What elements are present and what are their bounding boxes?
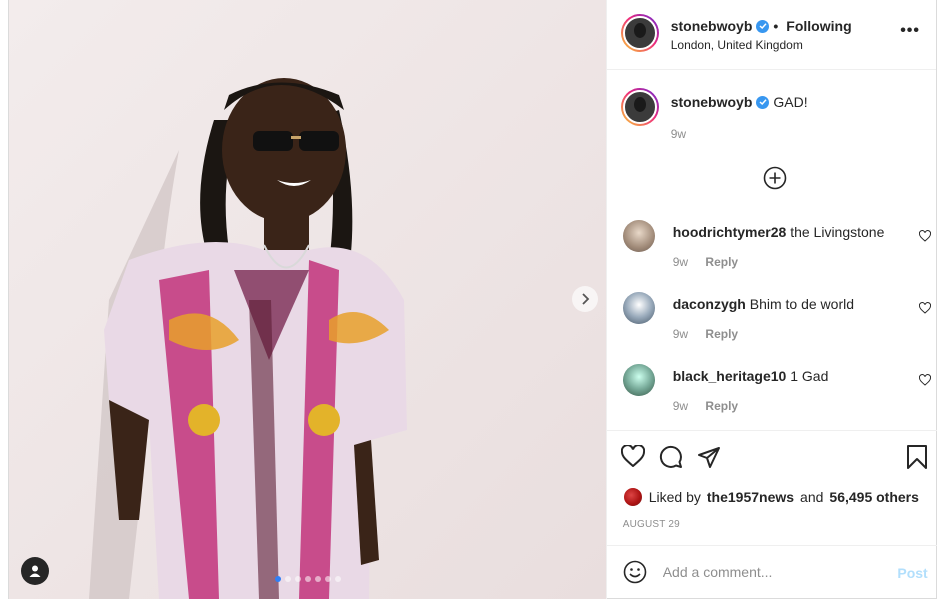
reply-button[interactable]: Reply xyxy=(705,255,738,269)
post-modal: stonebwoyb • Following London, United Ki… xyxy=(8,0,937,599)
comment-icon[interactable] xyxy=(659,445,683,469)
comment-item: daconzygh Bhim to de world 9w Reply xyxy=(622,292,931,352)
caption-text: GAD! xyxy=(773,94,808,110)
carousel-dot xyxy=(305,576,311,582)
post-photo xyxy=(9,0,606,599)
carousel-dot xyxy=(335,576,341,582)
post-comment-button[interactable]: Post xyxy=(897,565,927,581)
share-icon[interactable] xyxy=(697,445,721,469)
comment-item: hoodrichtymer28 the Livingstone 9w Reply xyxy=(622,220,931,280)
caption-avatar[interactable] xyxy=(620,88,659,126)
separator-dot: • xyxy=(773,18,779,34)
comment-meta: 9w Reply xyxy=(673,255,738,269)
post-header: stonebwoyb • Following London, United Ki… xyxy=(606,0,936,70)
heart-icon[interactable] xyxy=(918,302,931,314)
post-media[interactable] xyxy=(9,0,606,599)
likes-conjunction: and xyxy=(800,489,824,505)
post-date[interactable]: AUGUST 29 xyxy=(623,519,680,530)
comment-text: Bhim to de world xyxy=(749,296,855,312)
caption-meta: 9w xyxy=(671,127,686,141)
reply-button[interactable]: Reply xyxy=(705,399,738,413)
comment-avatar[interactable] xyxy=(622,292,655,324)
verified-badge-icon xyxy=(756,95,770,109)
carousel-dot xyxy=(285,576,291,582)
likes-count-link[interactable]: 56,495 others xyxy=(829,489,919,505)
author-avatar[interactable] xyxy=(620,14,659,52)
carousel-dot xyxy=(325,576,331,582)
post-sidebar: stonebwoyb • Following London, United Ki… xyxy=(605,0,937,599)
comment-age[interactable]: 9w xyxy=(673,255,688,269)
author-username[interactable]: stonebwoyb xyxy=(671,18,753,34)
following-button[interactable]: Following xyxy=(786,18,851,34)
caption-username[interactable]: stonebwoyb xyxy=(671,94,753,110)
comment-body: black_heritage10 1 Gad xyxy=(673,368,829,384)
post-actions: Liked by the1957news and 56,495 others A… xyxy=(606,430,937,545)
comment-avatar[interactable] xyxy=(622,364,655,396)
add-comment-bar: Post xyxy=(606,545,937,599)
comment-meta: 9w Reply xyxy=(673,399,738,413)
comment-age[interactable]: 9w xyxy=(673,399,688,413)
reply-button[interactable]: Reply xyxy=(705,327,738,341)
author-info: stonebwoyb • Following xyxy=(671,18,852,34)
carousel-dot-active xyxy=(275,576,281,582)
emoji-icon[interactable] xyxy=(623,560,647,584)
likes-prefix: Liked by xyxy=(648,489,701,505)
heart-icon[interactable] xyxy=(918,374,931,386)
more-options-icon[interactable]: ••• xyxy=(900,22,920,40)
comment-body: hoodrichtymer28 the Livingstone xyxy=(673,224,885,240)
comment-text: 1 Gad xyxy=(790,368,829,384)
comment-input[interactable] xyxy=(662,564,883,580)
bookmark-icon[interactable] xyxy=(906,445,928,469)
comment-item: black_heritage10 1 Gad 9w Reply xyxy=(622,364,931,424)
next-slide-button[interactable] xyxy=(572,286,598,312)
action-icons xyxy=(620,445,721,469)
carousel-dot xyxy=(315,576,321,582)
carousel-dot xyxy=(295,576,301,582)
comment-avatar[interactable] xyxy=(622,220,655,252)
comment-age[interactable]: 9w xyxy=(673,327,688,341)
likes-summary: Liked by the1957news and 56,495 others xyxy=(622,487,919,507)
caption: stonebwoyb GAD! xyxy=(671,94,808,110)
comment-username[interactable]: daconzygh xyxy=(673,296,746,312)
heart-icon[interactable] xyxy=(620,445,645,467)
comment-username[interactable]: hoodrichtymer28 xyxy=(673,224,787,240)
comment-text: the Livingstone xyxy=(790,224,885,240)
post-location[interactable]: London, United Kingdom xyxy=(671,38,803,52)
liker-avatar[interactable] xyxy=(622,487,643,507)
comment-body: daconzygh Bhim to de world xyxy=(673,296,854,312)
carousel-indicator xyxy=(275,576,341,582)
liker-username[interactable]: the1957news xyxy=(707,489,794,505)
caption-age[interactable]: 9w xyxy=(671,127,686,141)
load-more-comments-icon[interactable] xyxy=(763,166,787,190)
comment-meta: 9w Reply xyxy=(673,327,738,341)
tag-user-icon xyxy=(29,565,41,577)
next-arrow-icon xyxy=(582,293,590,305)
heart-icon[interactable] xyxy=(918,230,931,242)
tag-user-button[interactable] xyxy=(21,557,49,585)
comment-username[interactable]: black_heritage10 xyxy=(673,368,787,384)
verified-badge-icon xyxy=(756,19,770,33)
